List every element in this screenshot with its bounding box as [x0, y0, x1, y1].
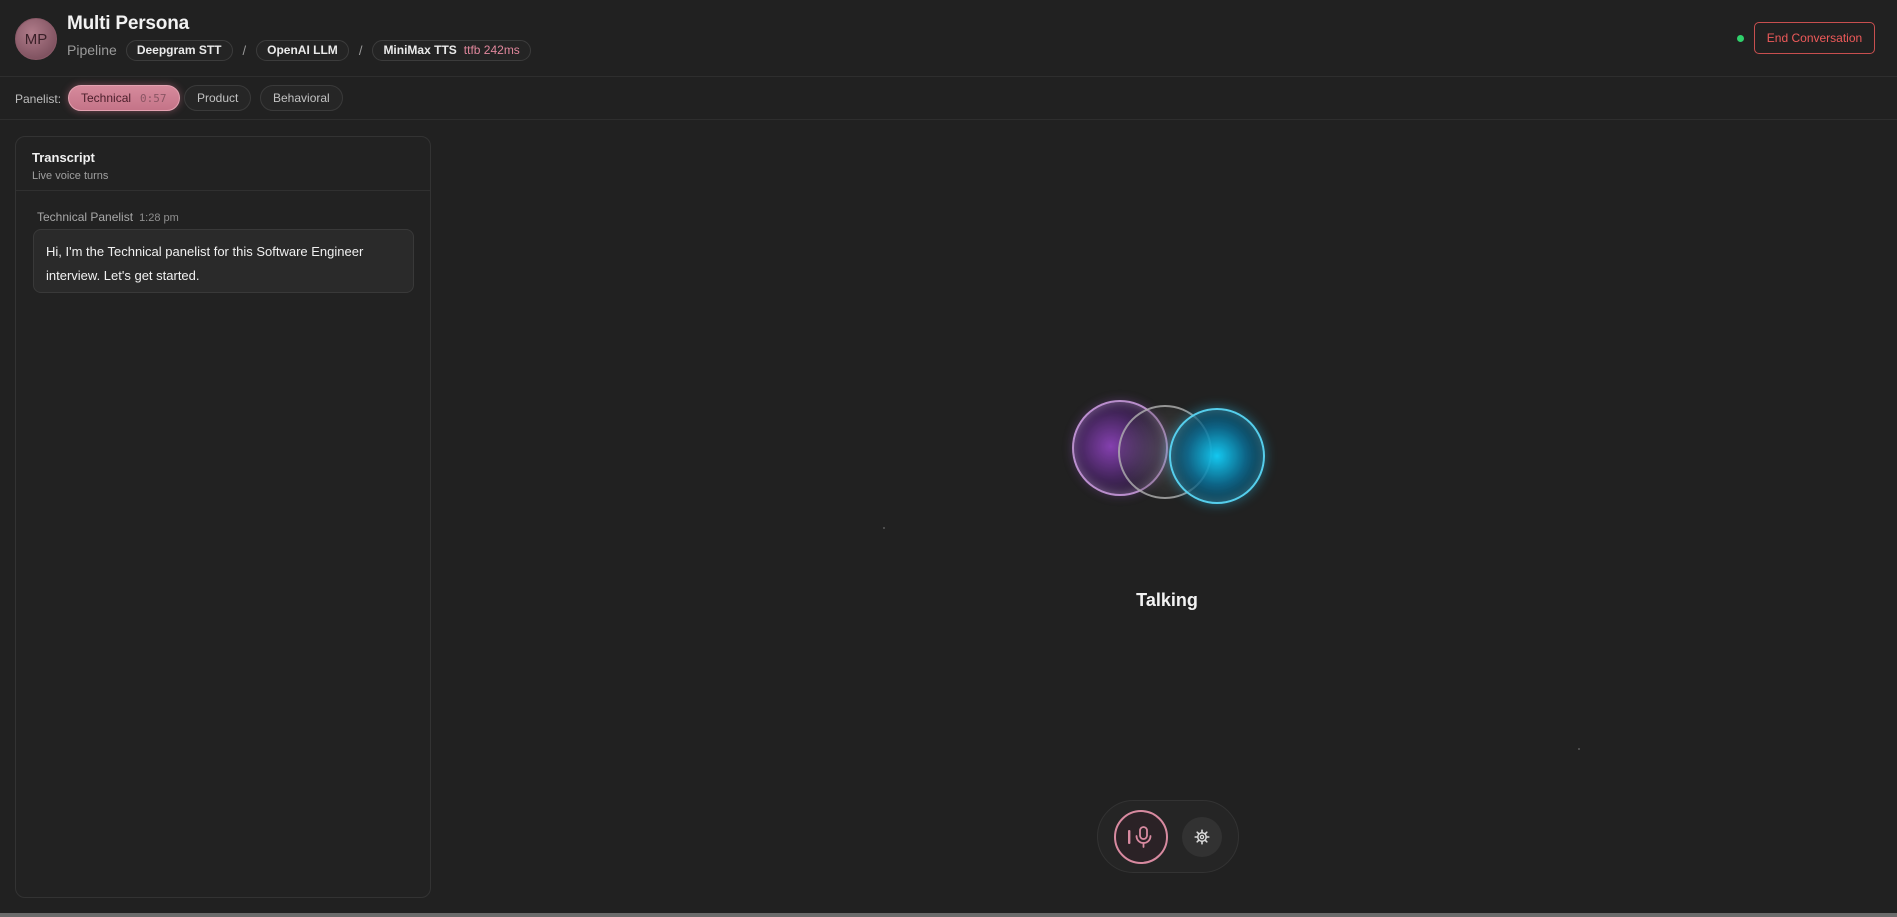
mic-button[interactable] [1114, 810, 1168, 864]
bottom-scrollbar[interactable] [0, 913, 1897, 917]
conversation-status: Talking [1136, 590, 1198, 610]
voice-orbs-visualizer [1068, 396, 1268, 506]
transcript-title: Transcript [32, 150, 95, 165]
app-title: Multi Persona [67, 13, 189, 34]
tab-product[interactable]: Product [184, 85, 252, 111]
voice-controls [1097, 800, 1239, 873]
message-time: 1:28 pm [139, 212, 179, 224]
settings-button[interactable] [1182, 817, 1222, 857]
pipeline-separator: / [242, 42, 247, 58]
tab-behavioral[interactable]: Behavioral [260, 85, 343, 111]
message-bubble: Hi, I'm the Technical panelist for this … [33, 229, 414, 293]
particle-dot [883, 527, 885, 529]
tts-label: MiniMax TTS [383, 43, 457, 57]
particle-dot [1578, 748, 1580, 750]
llm-label: OpenAI LLM [267, 43, 338, 57]
stt-label: Deepgram STT [136, 43, 222, 57]
llm-badge: OpenAI LLM [256, 39, 349, 61]
avatar: MP [15, 18, 57, 60]
transcript-subtitle: Live voice turns [32, 170, 109, 182]
ttfb-latency: ttfb 242ms [463, 43, 520, 57]
connection-status-dot [1737, 35, 1744, 42]
end-conversation-button[interactable]: End Conversation [1754, 22, 1875, 54]
stt-badge: Deepgram STT [125, 39, 233, 61]
panelist-label: Panelist: [15, 92, 62, 106]
tab-technical-timer: 0:57 [140, 91, 167, 105]
panelist-bar: Panelist: Technical 0:57 Product Behavio… [0, 77, 1897, 120]
app-header: MP Multi Persona Pipeline Deepgram STT /… [0, 0, 1897, 77]
tab-behavioral-label: Behavioral [273, 91, 330, 105]
message-meta: Technical Panelist 1:28 pm [37, 210, 179, 224]
transcript-header: Transcript Live voice turns [16, 137, 430, 191]
tab-technical-label: Technical [81, 91, 132, 105]
pipeline-row: Pipeline Deepgram STT / OpenAI LLM / Min… [67, 39, 531, 61]
tab-product-label: Product [197, 91, 239, 105]
pipeline-separator: / [358, 42, 363, 58]
tab-technical[interactable]: Technical 0:57 [68, 85, 180, 111]
tts-badge: MiniMax TTS ttfb 242ms [372, 39, 531, 61]
cyan-orb [1169, 408, 1265, 504]
pipeline-label: Pipeline [67, 42, 117, 58]
microphone-icon [1128, 826, 1152, 848]
transcript-panel[interactable]: Transcript Live voice turns Technical Pa… [15, 136, 431, 898]
gear-icon [1194, 829, 1210, 845]
message-speaker: Technical Panelist [37, 210, 134, 224]
